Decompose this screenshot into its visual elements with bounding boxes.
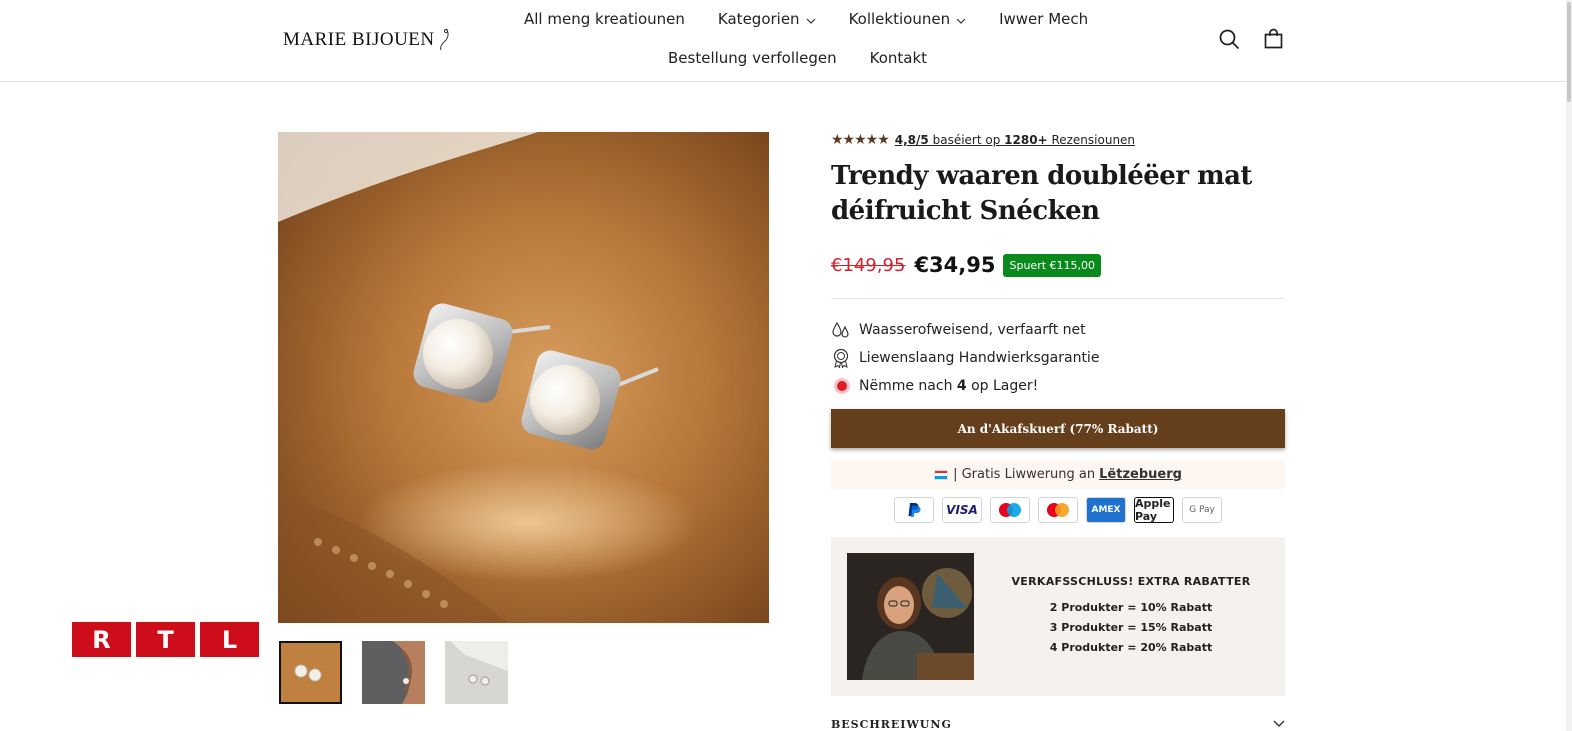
rtl-logo: R T L <box>72 622 264 657</box>
amex-icon: AMEX <box>1086 497 1126 523</box>
rating-link[interactable]: 4,8/5 baséiert op 1280+ Rezensiounen <box>895 133 1135 147</box>
promo-heading: VERKAFSSCHLUSS! EXTRA RABATTER <box>1011 575 1251 588</box>
payment-icons: VISA AMEX Apple Pay G Pay <box>831 497 1285 523</box>
rating-value: 4,8/5 <box>894 133 929 147</box>
rating-text: baséiert op <box>932 133 1001 147</box>
nav-categories[interactable]: Kategorien <box>718 10 816 28</box>
thumbnail-2[interactable] <box>362 641 425 704</box>
star-rating-icon: ★★★★★ <box>831 132 890 148</box>
stock-dot-icon <box>831 380 853 391</box>
savings-badge: Spuert €115,00 <box>1003 253 1102 277</box>
chevron-down-icon <box>1273 718 1285 731</box>
nav-label: All meng kreatiounen <box>524 10 685 28</box>
luxembourg-flag-icon <box>934 469 949 480</box>
logo[interactable]: MARIE BIJOUEN <box>283 28 451 52</box>
rtl-letter: T <box>136 622 195 657</box>
maestro-icon <box>990 497 1030 523</box>
apple-pay-text: Apple Pay <box>1135 497 1171 523</box>
chevron-down-icon <box>806 10 816 28</box>
apple-pay-icon: Apple Pay <box>1134 497 1174 523</box>
cart-icon[interactable] <box>1264 28 1283 53</box>
old-price: €149,95 <box>831 254 906 276</box>
stock-indicator: Nëmme nach 4 op Lager! <box>831 376 1285 395</box>
product-title: Trendy waaren doubléëer mat déifruicht S… <box>831 161 1252 226</box>
stock-count: 4 <box>956 377 967 394</box>
promo-text: VERKAFSSCHLUSS! EXTRA RABATTER 2 Produkt… <box>991 575 1271 658</box>
stock-text: Nëmme nach 4 op Lager! <box>859 378 1038 394</box>
feature-item: Liewenslaang Handwierksgarantie <box>831 348 1285 368</box>
page-scrollbar[interactable] <box>1566 0 1572 731</box>
search-icon[interactable] <box>1219 29 1240 54</box>
nav-about[interactable]: Iwwer Mech <box>999 10 1088 28</box>
amex-text: AMEX <box>1091 504 1121 515</box>
promo-line: 4 Produkter = 20% Rabatt <box>1049 641 1213 654</box>
description-accordion[interactable]: BESCHREIWUNG <box>831 718 1285 731</box>
nav-label: Bestellung verfollegen <box>668 49 837 67</box>
add-to-cart-button[interactable]: An d'Akafskuerf (77% Rabatt) <box>831 409 1285 448</box>
secondary-nav: Bestellung verfollegen Kontakt <box>668 49 960 67</box>
thumbnail-strip <box>279 641 528 704</box>
product-info: ★★★★★ 4,8/5 baséiert op 1280+ Rezensioun… <box>831 132 1285 696</box>
chevron-down-icon <box>956 10 966 28</box>
shipping-text: | Gratis Liwwerung an <box>953 467 1096 482</box>
paypal-icon <box>894 497 934 523</box>
mastercard-icon <box>1038 497 1078 523</box>
divider <box>831 298 1285 299</box>
promo-box: VERKAFSSCHLUSS! EXTRA RABATTER 2 Produkt… <box>831 537 1285 696</box>
scrollbar-thumb[interactable] <box>1567 2 1571 102</box>
google-pay-text: G Pay <box>1189 505 1215 515</box>
main-nav: All meng kreatiounen Kategorien Kollekti… <box>524 10 1121 28</box>
thumbnail-1[interactable] <box>279 641 342 704</box>
feature-item: Waasserofweisend, verfaarft net <box>831 320 1285 339</box>
logo-text: MARIE BIJOUEN <box>283 29 435 50</box>
product-main-image[interactable] <box>278 132 769 623</box>
stock-prefix: Nëmme nach <box>859 377 953 394</box>
promo-line: 3 Produkter = 15% Rabatt <box>1049 621 1213 634</box>
nav-label: Kontakt <box>869 49 928 67</box>
visa-icon: VISA <box>942 497 982 523</box>
thumbnail-3[interactable] <box>445 641 508 704</box>
nav-all-creations[interactable]: All meng kreatiounen <box>524 10 685 28</box>
rating-count: 1280+ <box>1004 133 1048 147</box>
visa-text: VISA <box>946 503 978 517</box>
water-drops-icon <box>831 321 853 339</box>
google-pay-icon: G Pay <box>1182 497 1222 523</box>
logo-earring-icon <box>439 28 449 51</box>
sale-price: €34,95 <box>914 253 996 277</box>
description-label: BESCHREIWUNG <box>831 718 952 731</box>
nav-label: Iwwer Mech <box>999 10 1089 28</box>
rtl-letter: R <box>72 622 131 657</box>
shipping-banner: | Gratis Liwwerung an Lëtzebuerg <box>831 460 1285 489</box>
site-header: MARIE BIJOUEN All meng kreatiounen Kateg… <box>0 0 1572 82</box>
feature-list: Waasserofweisend, verfaarft net Liewensl… <box>831 320 1285 395</box>
rtl-letter: L <box>200 622 259 657</box>
price-row: €149,95 €34,95 Spuert €115,00 <box>831 253 1285 277</box>
artisan-photo <box>847 553 974 680</box>
feature-text: Liewenslaang Handwierksgarantie <box>859 349 1100 366</box>
nav-collections[interactable]: Kollektiounen <box>849 10 967 28</box>
nav-label: Kategorien <box>717 10 800 28</box>
stock-suffix: op Lager! <box>971 377 1039 394</box>
rating-suffix: Rezensiounen <box>1051 133 1136 147</box>
rating-summary[interactable]: ★★★★★ 4,8/5 baséiert op 1280+ Rezensioun… <box>831 132 1285 148</box>
award-ribbon-icon <box>831 348 853 368</box>
nav-contact[interactable]: Kontakt <box>870 49 927 67</box>
feature-text: Waasserofweisend, verfaarft net <box>859 321 1086 338</box>
nav-label: Kollektiounen <box>848 10 951 28</box>
promo-line: 2 Produkter = 10% Rabatt <box>1049 601 1213 614</box>
nav-track-order[interactable]: Bestellung verfollegen <box>668 49 837 67</box>
shipping-country-link[interactable]: Lëtzebuerg <box>1099 467 1182 482</box>
